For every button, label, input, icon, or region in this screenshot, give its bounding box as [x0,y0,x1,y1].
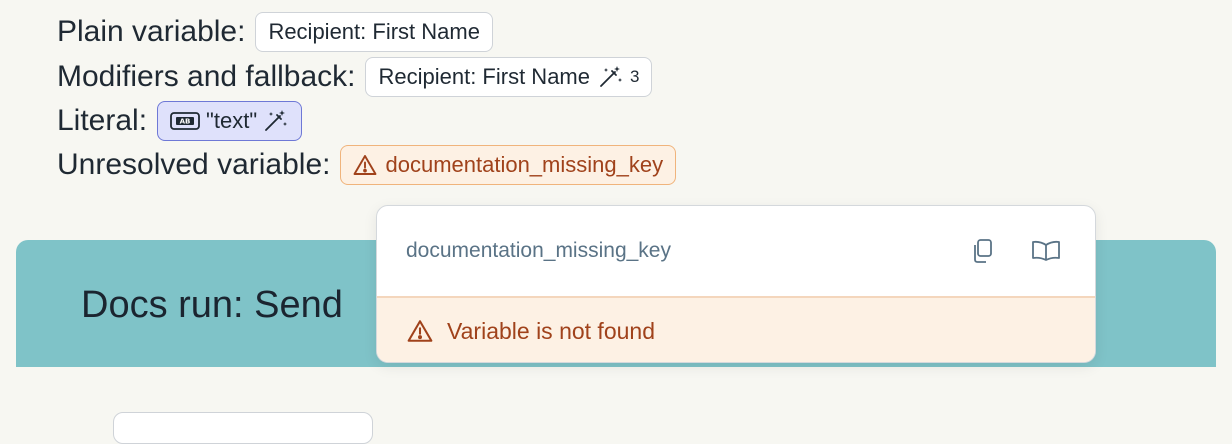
modifiers-row: Modifiers and fallback: Recipient: First… [57,57,653,97]
literal-label: Literal: [57,104,148,137]
literal-row: Literal: AB "text" [57,101,303,141]
popover-header: documentation_missing_key [377,206,1095,298]
copy-icon [970,238,994,264]
copy-button[interactable] [962,231,1002,271]
bottom-input[interactable] [113,412,373,444]
svg-text:AB: AB [180,118,191,126]
run-header-title: Docs run: Send [81,284,343,326]
unresolved-chip[interactable]: documentation_missing_key [340,145,677,185]
plain-variable-row: Plain variable: Recipient: First Name [57,12,493,52]
popover-error: Variable is not found [377,298,1095,362]
modifiers-chip[interactable]: Recipient: First Name 3 [365,57,653,97]
warning-icon [407,319,433,343]
documentation-button[interactable] [1026,231,1066,271]
unresolved-chip-text: documentation_missing_key [385,152,664,177]
modifiers-label: Modifiers and fallback: [57,60,356,93]
plain-variable-label: Plain variable: [57,15,246,48]
popover-variable-key: documentation_missing_key [406,239,671,262]
unresolved-label: Unresolved variable: [57,148,331,181]
plain-variable-chip[interactable]: Recipient: First Name [255,12,493,52]
modifiers-chip-text: Recipient: First Name [378,64,590,89]
unresolved-row: Unresolved variable: documentation_missi… [57,145,677,185]
variable-popover: documentation_missing_key Variable is no… [376,205,1096,363]
plain-variable-chip-text: Recipient: First Name [268,19,480,44]
magic-wand-icon [598,65,624,89]
literal-chip-text: "text" [206,108,258,133]
text-box-icon: AB [170,111,200,131]
modifier-count: 3 [630,67,640,86]
literal-chip[interactable]: AB "text" [157,101,303,141]
magic-wand-icon [263,109,289,133]
warning-icon [353,154,377,176]
book-icon [1031,240,1061,262]
popover-error-text: Variable is not found [447,317,655,344]
